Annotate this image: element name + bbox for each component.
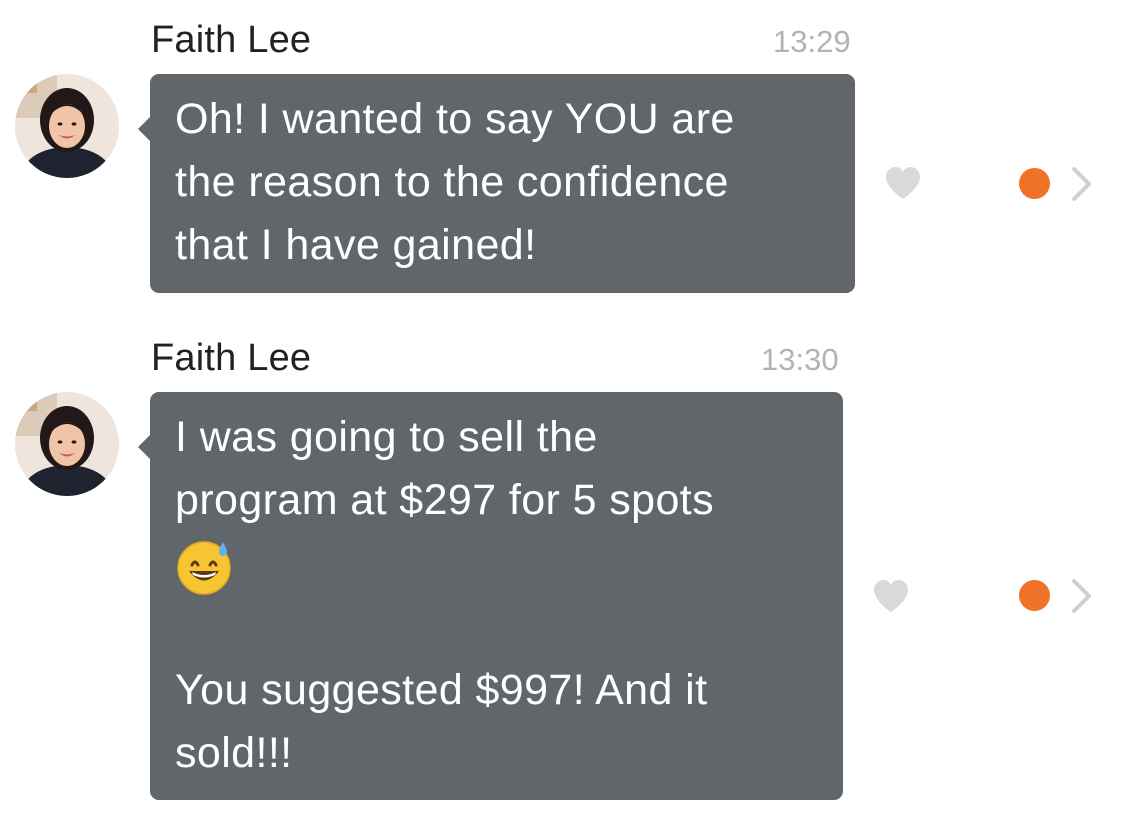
status-dot-icon — [1019, 580, 1050, 611]
message-time: 13:30 — [761, 342, 839, 377]
avatar-photo — [15, 74, 119, 178]
grinning-face-with-sweat-emoji — [177, 540, 231, 595]
message-text-line: program at $297 for 5 spots — [175, 476, 715, 524]
message-bubble[interactable]: I was going to sell the program at $297 … — [138, 392, 843, 800]
status-dot-icon — [1019, 168, 1050, 199]
message-text-line: I was going to sell the — [175, 413, 598, 461]
chevron-right-icon[interactable] — [1071, 166, 1093, 202]
message-text-line: You suggested $997! And it — [175, 665, 708, 714]
chat-thread: Faith Lee 13:29 Oh! I wanted to say YOU … — [0, 0, 1125, 837]
message-time: 13:29 — [773, 24, 851, 59]
avatar[interactable] — [15, 74, 119, 178]
avatar[interactable] — [15, 392, 119, 496]
message-text-line: that I have gained! — [175, 221, 537, 269]
heart-icon[interactable] — [872, 579, 910, 613]
message-text-line: Oh! I wanted to say YOU are — [175, 95, 735, 143]
avatar-photo — [15, 392, 119, 496]
sender-name: Faith Lee — [151, 19, 312, 61]
heart-icon[interactable] — [884, 166, 922, 200]
message-text-line: the reason to the confidence — [175, 158, 729, 206]
message-text-line — [175, 596, 819, 659]
sender-name: Faith Lee — [151, 337, 312, 379]
message-text-line: sold!!! — [175, 728, 293, 777]
message-bubble[interactable]: Oh! I wanted to say YOU are the reason t… — [138, 74, 855, 293]
chevron-right-icon[interactable] — [1071, 578, 1093, 614]
emoji-line — [175, 532, 819, 596]
